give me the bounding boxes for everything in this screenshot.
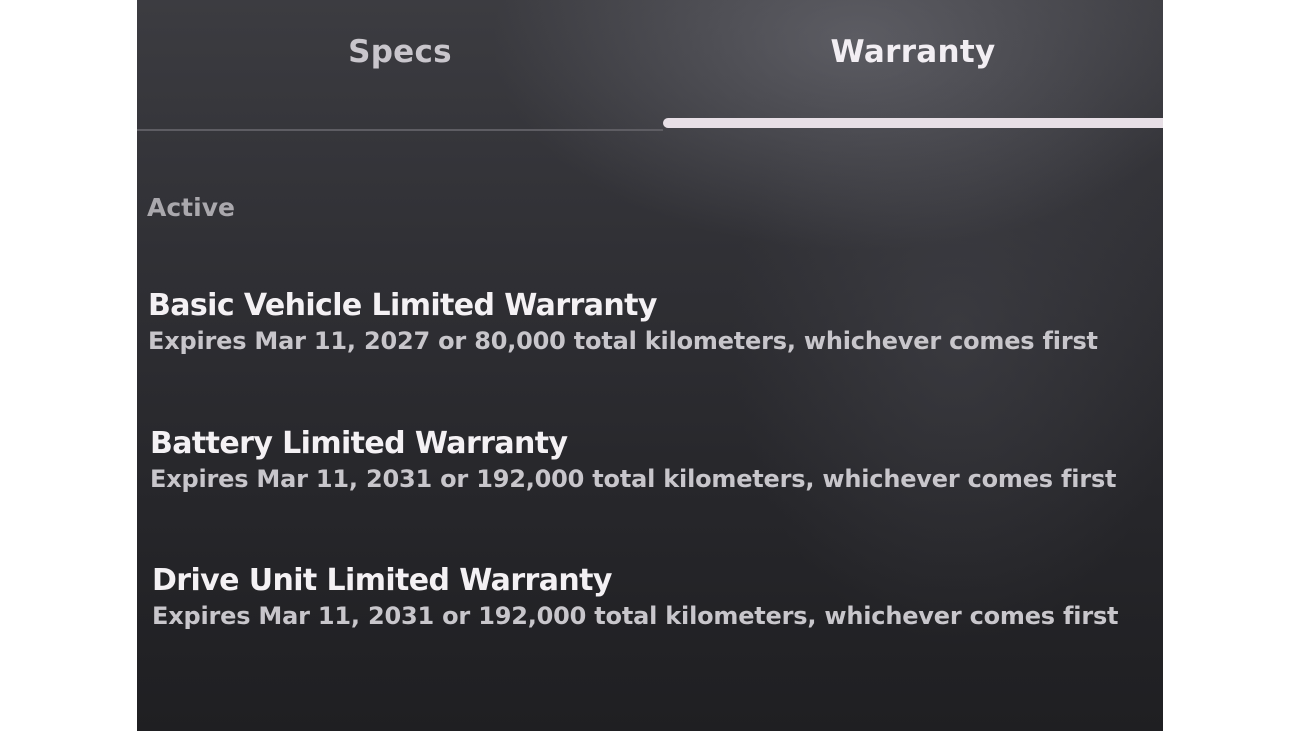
tab-warranty[interactable]: Warranty	[663, 30, 1163, 74]
active-tab-indicator	[663, 118, 1163, 128]
warranty-screen: Specs Warranty Active Basic Vehicle Limi…	[137, 0, 1163, 731]
warranty-detail: Expires Mar 11, 2031 or 192,000 total ki…	[150, 465, 1117, 493]
warranty-detail: Expires Mar 11, 2027 or 80,000 total kil…	[148, 327, 1098, 355]
warranty-title: Battery Limited Warranty	[150, 426, 568, 461]
tab-bar: Specs Warranty	[137, 0, 1163, 134]
warranty-item-basic-vehicle: Basic Vehicle Limited Warranty Expires M…	[148, 288, 1098, 355]
warranty-title: Drive Unit Limited Warranty	[152, 563, 612, 598]
warranty-title: Basic Vehicle Limited Warranty	[148, 288, 657, 323]
tab-specs[interactable]: Specs	[137, 30, 663, 74]
warranty-detail: Expires Mar 11, 2031 or 192,000 total ki…	[152, 602, 1119, 630]
warranty-item-drive-unit: Drive Unit Limited Warranty Expires Mar …	[152, 563, 1119, 630]
warranty-item-battery: Battery Limited Warranty Expires Mar 11,…	[150, 426, 1117, 493]
section-label-active: Active	[147, 193, 235, 222]
tab-divider	[137, 129, 663, 131]
